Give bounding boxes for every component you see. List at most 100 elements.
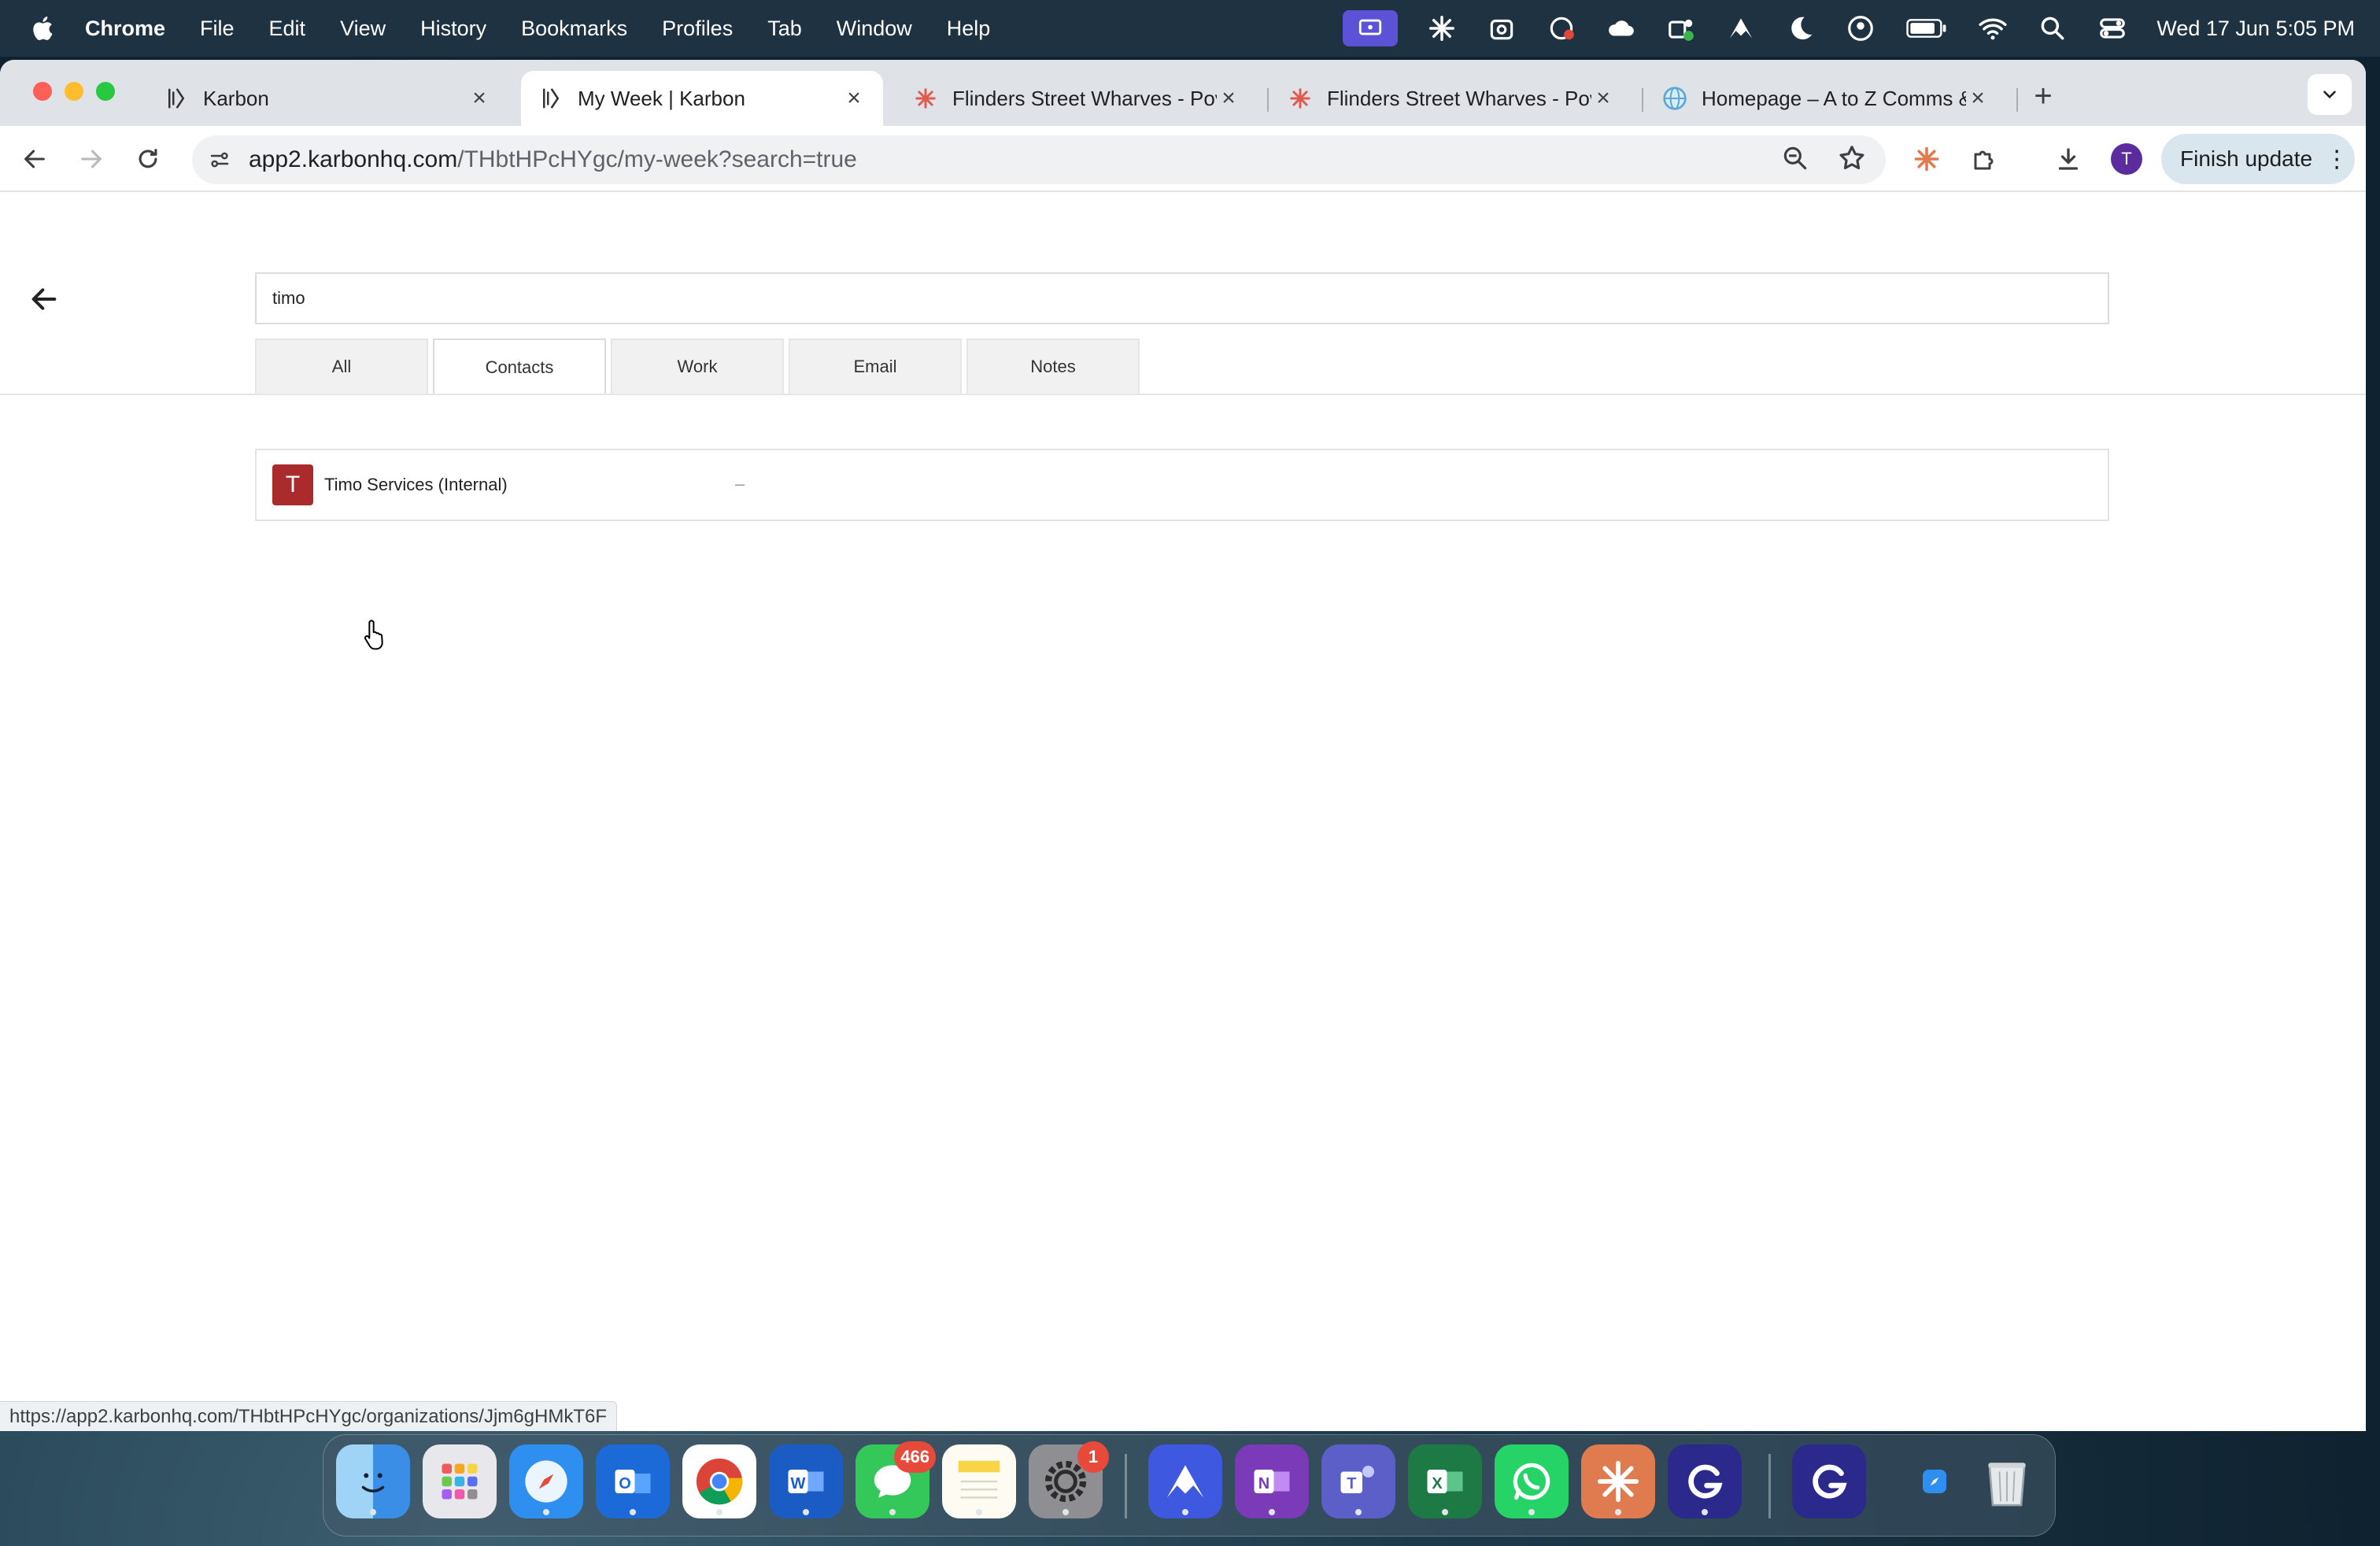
apple-menu-icon[interactable] xyxy=(30,13,58,44)
menu-bookmarks[interactable]: Bookmarks xyxy=(521,17,627,41)
menu-edit[interactable]: Edit xyxy=(269,17,306,41)
tab-contacts[interactable]: Contacts xyxy=(433,338,606,395)
tab-close-button[interactable]: × xyxy=(1966,87,1990,110)
menu-file[interactable]: File xyxy=(200,17,235,41)
user-account-icon[interactable] xyxy=(1845,13,1876,44)
menu-history[interactable]: History xyxy=(420,17,486,41)
running-indicator xyxy=(1615,1509,1621,1515)
nordvpn-app-icon[interactable] xyxy=(1148,1444,1222,1518)
minimize-window-button[interactable] xyxy=(65,82,83,101)
tab-search-button[interactable] xyxy=(2308,74,2352,115)
macos-dock: O W 466 1 N T X xyxy=(323,1434,2056,1537)
system-settings-icon[interactable]: 1 xyxy=(1029,1441,1109,1518)
teams-icon[interactable]: T xyxy=(1321,1444,1395,1518)
bookmark-star-icon[interactable] xyxy=(1837,143,1867,177)
profile-avatar-button[interactable]: T xyxy=(2106,139,2147,179)
tab-email[interactable]: Email xyxy=(789,338,962,394)
claude-icon[interactable] xyxy=(1426,13,1458,44)
tab-close-button[interactable]: × xyxy=(842,87,866,110)
forward-button[interactable] xyxy=(71,139,112,179)
menu-help[interactable]: Help xyxy=(947,17,991,41)
browser-tab-my-week[interactable]: My Week | Karbon × xyxy=(521,71,883,126)
more-options-icon[interactable]: ⋮ xyxy=(2325,146,2349,173)
tab-close-button[interactable]: × xyxy=(1217,87,1240,110)
safari-icon[interactable] xyxy=(509,1444,583,1518)
url-path: /THbtHPcHYgc/my-week?search=true xyxy=(457,146,857,172)
zoom-window-button[interactable] xyxy=(96,82,115,101)
browser-tab-karbon[interactable]: Karbon × xyxy=(146,71,508,126)
browser-tab-flinders-1[interactable]: Flinders Street Wharves - Pov × xyxy=(896,71,1258,126)
safari-download-icon[interactable] xyxy=(1898,1444,1972,1518)
onenote-icon[interactable]: N xyxy=(1235,1444,1309,1518)
finder-icon[interactable] xyxy=(336,1444,410,1518)
sync-app-icon[interactable] xyxy=(1486,13,1517,44)
creative-cloud-icon[interactable] xyxy=(1546,13,1577,44)
address-url: app2.karbonhq.com/THbtHPcHYgc/my-week?se… xyxy=(249,146,857,173)
menu-app-chrome[interactable]: Chrome xyxy=(85,17,165,41)
moon-icon[interactable] xyxy=(1785,13,1816,44)
messages-icon[interactable]: 466 xyxy=(856,1441,936,1518)
running-indicator xyxy=(1442,1509,1448,1515)
browser-tab-flinders-2[interactable]: Flinders Street Wharves - Pov × xyxy=(1270,71,1632,126)
tab-notes[interactable]: Notes xyxy=(966,338,1140,394)
tab-strip: Karbon × My Week | Karbon × Flinders Str… xyxy=(0,60,2366,126)
tab-separator xyxy=(2016,88,2018,112)
site-info-icon[interactable] xyxy=(195,135,244,184)
messages-unread-badge: 466 xyxy=(894,1441,936,1473)
browser-tab-homepage[interactable]: Homepage – A to Z Comms & × xyxy=(1645,71,2007,126)
spotlight-search-icon[interactable] xyxy=(2037,13,2068,44)
tab-title: Flinders Street Wharves - Pov xyxy=(1327,86,1591,110)
running-indicator xyxy=(543,1509,549,1515)
back-button[interactable] xyxy=(14,139,55,179)
downloads-icon[interactable] xyxy=(2048,139,2089,179)
menu-window[interactable]: Window xyxy=(837,17,912,41)
contact-name[interactable]: Timo Services (Internal) xyxy=(324,475,508,495)
control-center-icon[interactable] xyxy=(2097,13,2128,44)
grammarly-download-icon[interactable] xyxy=(1792,1444,1866,1518)
notes-icon[interactable] xyxy=(942,1444,1016,1518)
extensions-puzzle-icon[interactable] xyxy=(1964,139,2005,179)
claude-extension-icon[interactable] xyxy=(1906,139,1947,179)
tab-close-button[interactable]: × xyxy=(1591,87,1615,110)
menu-profiles[interactable]: Profiles xyxy=(662,17,733,41)
search-category-tabs: All Contacts Work Email Notes xyxy=(255,338,1140,395)
zoom-icon[interactable] xyxy=(1780,143,1810,177)
onedrive-icon[interactable] xyxy=(1606,13,1637,44)
new-tab-button[interactable]: + xyxy=(2026,79,2060,113)
tab-work[interactable]: Work xyxy=(611,338,784,394)
finish-update-button[interactable]: Finish update ⋮ xyxy=(2161,134,2355,184)
teams-status-icon[interactable] xyxy=(1665,13,1697,44)
running-indicator xyxy=(1702,1509,1708,1515)
search-result-row[interactable]: T Timo Services (Internal) – xyxy=(255,449,2109,521)
word-icon[interactable]: W xyxy=(769,1444,843,1518)
whatsapp-icon[interactable] xyxy=(1495,1444,1569,1518)
address-bar[interactable]: app2.karbonhq.com/THbtHPcHYgc/my-week?se… xyxy=(192,135,1886,184)
contact-avatar: T xyxy=(272,464,313,505)
menu-tab[interactable]: Tab xyxy=(767,17,802,41)
tab-close-button[interactable]: × xyxy=(468,87,491,110)
menu-view[interactable]: View xyxy=(340,17,386,41)
claude-app-icon[interactable] xyxy=(1581,1444,1655,1518)
global-search-input[interactable] xyxy=(255,272,2109,324)
settings-update-badge: 1 xyxy=(1077,1441,1109,1473)
menu-bar-clock[interactable]: Wed 17 Jun 5:05 PM xyxy=(2156,17,2355,41)
screen-share-icon[interactable] xyxy=(1343,10,1399,46)
trash-icon[interactable] xyxy=(1970,1444,2044,1518)
chrome-icon[interactable] xyxy=(682,1444,756,1518)
tab-all[interactable]: All xyxy=(255,338,428,394)
launchpad-icon[interactable] xyxy=(423,1444,497,1518)
outlook-icon[interactable]: O xyxy=(596,1444,670,1518)
wifi-icon[interactable] xyxy=(1977,13,2009,44)
close-search-back-icon[interactable] xyxy=(27,282,61,316)
excel-icon[interactable]: X xyxy=(1408,1444,1482,1518)
battery-icon[interactable] xyxy=(1905,13,1949,44)
close-window-button[interactable] xyxy=(33,82,52,101)
karbon-icon xyxy=(164,86,189,111)
chrome-window: Karbon × My Week | Karbon × Flinders Str… xyxy=(0,60,2366,1431)
page-content: All Contacts Work Email Notes T Timo Ser… xyxy=(0,194,2366,1431)
grammarly-icon[interactable] xyxy=(1668,1444,1742,1518)
profile-avatar: T xyxy=(2111,143,2142,175)
reload-button[interactable] xyxy=(128,139,168,179)
svg-text:N: N xyxy=(1258,1475,1269,1492)
nordvpn-icon[interactable] xyxy=(1725,13,1757,44)
